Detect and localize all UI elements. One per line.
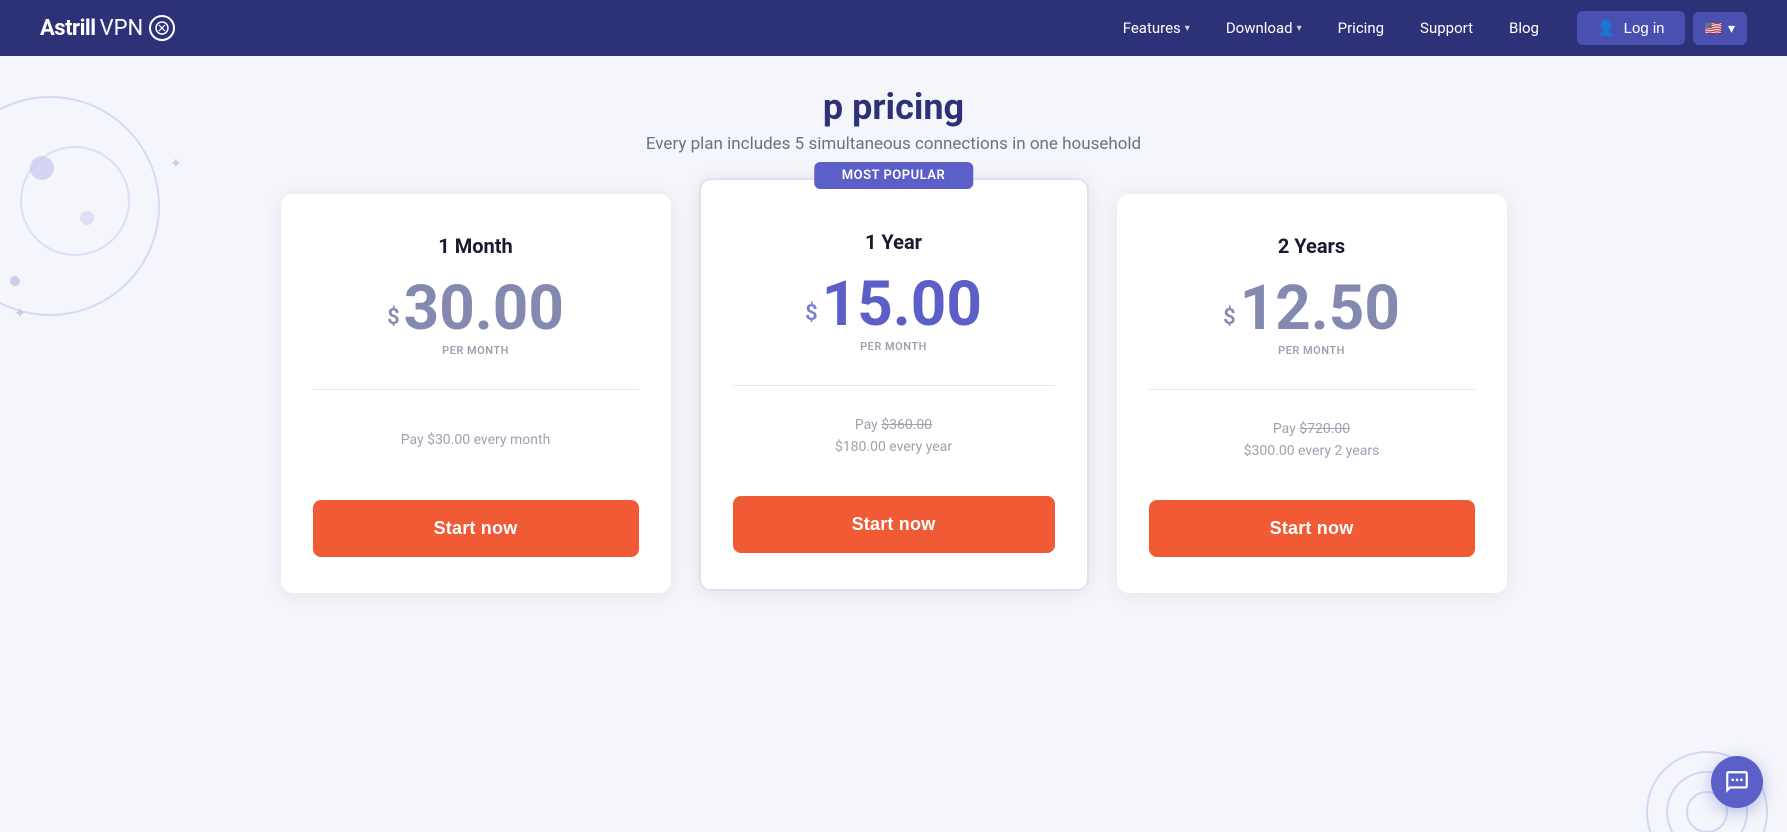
- plan-1year-pay-info: Pay $360.00 $180.00 every year: [835, 406, 952, 466]
- nav-support[interactable]: Support: [1406, 13, 1487, 43]
- popular-badge: MOST POPULAR: [814, 162, 973, 189]
- logo-icon: [149, 15, 175, 41]
- plan-1year: MOST POPULAR 1 Year $ 15.00 PER MONTH Pa…: [699, 178, 1089, 591]
- plan-1month-amount: 30.00: [404, 278, 564, 340]
- plan-1month-title: 1 Month: [438, 234, 512, 258]
- nav-links: Features ▾ Download ▾ Pricing Support Bl…: [1109, 13, 1553, 43]
- plan-2years-cta[interactable]: Start now: [1149, 500, 1475, 557]
- navbar: AstrillVPN Features ▾ Download ▾ Pricing…: [0, 0, 1787, 56]
- plan-1year-divider: [733, 385, 1055, 386]
- plan-2years-strikethrough: $720.00: [1299, 421, 1350, 437]
- logo-vpn: VPN: [100, 16, 144, 41]
- plan-2years-period: PER MONTH: [1278, 344, 1345, 357]
- plan-2years: 2 Years $ 12.50 PER MONTH Pay $720.00 $3…: [1117, 194, 1507, 593]
- chat-bubble[interactable]: [1711, 756, 1763, 808]
- deco-star1: ✦: [14, 306, 26, 322]
- page-subtitle: p pricing Every plan includes 5 simultan…: [60, 86, 1727, 154]
- language-selector[interactable]: 🇺🇸 ▾: [1693, 12, 1747, 45]
- plan-1year-pay-line2: $180.00 every year: [835, 436, 952, 458]
- plan-1month-price-row: $ 30.00: [387, 278, 564, 340]
- plan-1year-cta[interactable]: Start now: [733, 496, 1055, 553]
- pricing-cards: 1 Month $ 30.00 PER MONTH Pay $30.00 eve…: [60, 194, 1727, 593]
- deco-dot3: [10, 276, 20, 286]
- plan-2years-pay-info: Pay $720.00 $300.00 every 2 years: [1244, 410, 1380, 470]
- page-tagline: Every plan includes 5 simultaneous conne…: [60, 134, 1727, 154]
- page-title: p pricing: [60, 86, 1727, 128]
- plan-2years-price-row: $ 12.50: [1223, 278, 1400, 340]
- login-button[interactable]: 👤 Log in: [1577, 11, 1685, 45]
- logo[interactable]: AstrillVPN: [40, 15, 175, 41]
- nav-features[interactable]: Features ▾: [1109, 13, 1204, 43]
- plan-1year-title: 1 Year: [865, 230, 922, 254]
- plan-1year-price-row: $ 15.00: [805, 274, 982, 336]
- plan-1month-cta[interactable]: Start now: [313, 500, 639, 557]
- plan-1month-dollar: $: [387, 305, 400, 330]
- plan-2years-dollar: $: [1223, 305, 1236, 330]
- plan-2years-pay-line2: $300.00 every 2 years: [1244, 440, 1380, 462]
- nav-pricing[interactable]: Pricing: [1324, 13, 1398, 43]
- plan-1year-strikethrough: $360.00: [881, 417, 932, 433]
- plan-1year-dollar: $: [805, 301, 818, 326]
- plan-1year-amount: 15.00: [822, 274, 982, 336]
- plan-2years-title: 2 Years: [1278, 234, 1345, 258]
- deco-dot2: [80, 211, 94, 225]
- plan-1month-pay-info: Pay $30.00 every month: [401, 410, 551, 470]
- main-content: ✦ ✦ p pricing Every plan includes 5 simu…: [0, 56, 1787, 832]
- logo-text: Astrill: [40, 16, 96, 41]
- plan-2years-divider: [1149, 389, 1475, 390]
- chat-icon: [1724, 769, 1750, 795]
- plan-2years-amount: 12.50: [1240, 278, 1400, 340]
- nav-blog[interactable]: Blog: [1495, 13, 1553, 43]
- deco-dot1: [30, 156, 54, 180]
- deco-bottom-right: [1627, 672, 1787, 832]
- plan-1month-divider: [313, 389, 639, 390]
- nav-right: 👤 Log in 🇺🇸 ▾: [1577, 11, 1747, 45]
- plan-1month: 1 Month $ 30.00 PER MONTH Pay $30.00 eve…: [281, 194, 671, 593]
- plan-1month-period: PER MONTH: [442, 344, 509, 357]
- deco-star2: ✦: [170, 156, 182, 172]
- plan-1year-period: PER MONTH: [860, 340, 927, 353]
- nav-download[interactable]: Download ▾: [1212, 13, 1316, 43]
